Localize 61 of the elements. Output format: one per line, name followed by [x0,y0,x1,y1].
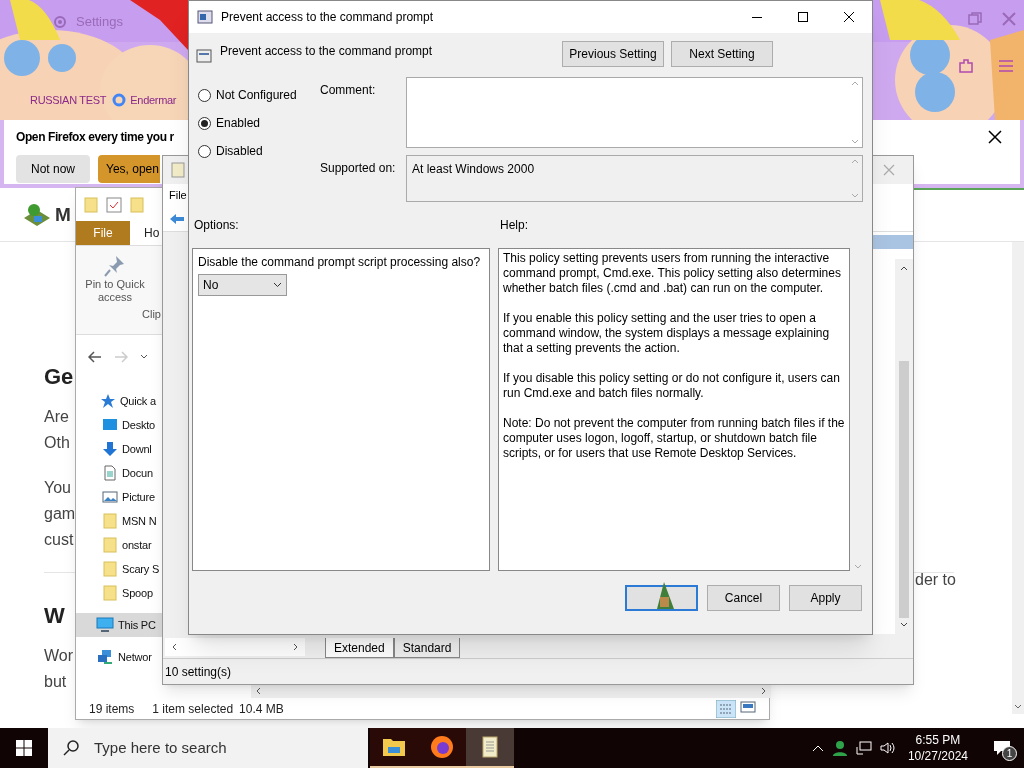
paragraph-line: Wor [44,646,74,666]
paragraph-line: You [44,478,71,498]
paragraph-line: cust [44,530,74,550]
bookmark[interactable]: RUSSIAN TEST [30,92,107,109]
paragraph-line: Oth [44,433,70,453]
nav-item[interactable]: MSN N [76,509,162,533]
state-radio[interactable]: Enabled [198,113,320,133]
ribbon-tab[interactable]: Ho [130,221,162,245]
paragraph-line: but [44,672,67,692]
search-field[interactable]: Type here to search [48,728,368,768]
help-paragraph: Note: Do not prevent the computer from running batch files if the computer uses logon, logoff, startup, or shutdown batch file scripts, or for users that use Remote Desktop Services. [503,416,845,461]
nav-item[interactable]: Docun [76,461,162,485]
help-label: Help: [500,217,528,234]
supported-label: Supported on: [320,160,397,177]
menu-item[interactable]: File [169,186,187,204]
nav-item[interactable]: Downl [76,437,162,461]
comment-label: Comment: [320,82,377,99]
status-text: 10 setting(s) [165,663,232,681]
state-radio[interactable]: Disabled [198,141,320,161]
page-heading: W [44,602,65,630]
site-title: M [55,203,71,228]
bookmark[interactable]: Endermar [112,92,177,109]
dialog-button[interactable]: Apply [789,585,862,611]
supported-value: At least Windows 2000 [411,161,536,178]
nav-item[interactable]: Picture [76,485,162,509]
dialog-button[interactable]: Cancel [707,585,780,611]
view-tab[interactable]: Extended [325,638,394,658]
window-title: Prevent access to the command prompt [221,9,434,26]
ribbon-tab[interactable]: File [76,221,130,245]
state-radio[interactable]: Not Configured [198,85,320,105]
setting-nav-button[interactable]: Previous Setting [562,41,664,67]
selection-size: 10.4 MB [239,700,284,718]
options-label: Options: [194,217,240,234]
notification-message: Open Firefox every time you r [16,129,174,146]
page-heading: Ge [44,363,74,391]
setting-heading: Prevent access to the command prompt [220,43,433,60]
help-paragraph: This policy setting prevents users from running the interactive command prompt, Cmd.exe. This policy setting also determines whether batch files (.cmd and .bat) can run on the computer. [503,251,842,296]
nav-item[interactable]: onstar [76,533,162,557]
nav-item[interactable]: Spoop [76,581,162,605]
option-dropdown[interactable]: No [198,274,287,296]
pin-button[interactable]: Pin to Quick access [82,254,148,304]
paragraph-line: Are [44,407,69,427]
paragraph-line: der to [915,570,956,590]
help-paragraph: If you enable this policy setting and the user tries to open a command window, the system displays a message explaining that a setting prevents the action. [503,311,831,356]
nav-item[interactable]: Deskto [76,413,162,437]
nav-item[interactable]: Quick a [76,389,162,413]
clock[interactable]: 6:55 PM 10/27/2024 [903,732,972,764]
nav-item[interactable]: Scary S [76,557,162,581]
ribbon-group-label: Clip [142,307,161,322]
paragraph-line: gam [44,504,76,524]
item-count: 19 items [89,700,135,718]
notification-count: 1 [1002,746,1017,761]
notification-button[interactable]: Not now [16,155,90,183]
selection-info: 1 item selected [152,700,234,718]
nav-item[interactable]: This PC [76,613,162,637]
help-paragraph: If you disable this policy setting or do not configure it, users can run Cmd.exe and batch files normally. [503,371,841,401]
nav-item[interactable]: Networ [76,645,162,669]
setting-nav-button[interactable]: Next Setting [671,41,773,67]
notification-button[interactable]: Yes, open [98,155,160,183]
option-question: Disable the command prompt script processing also? [198,255,482,270]
view-tab[interactable]: Standard [393,638,461,658]
